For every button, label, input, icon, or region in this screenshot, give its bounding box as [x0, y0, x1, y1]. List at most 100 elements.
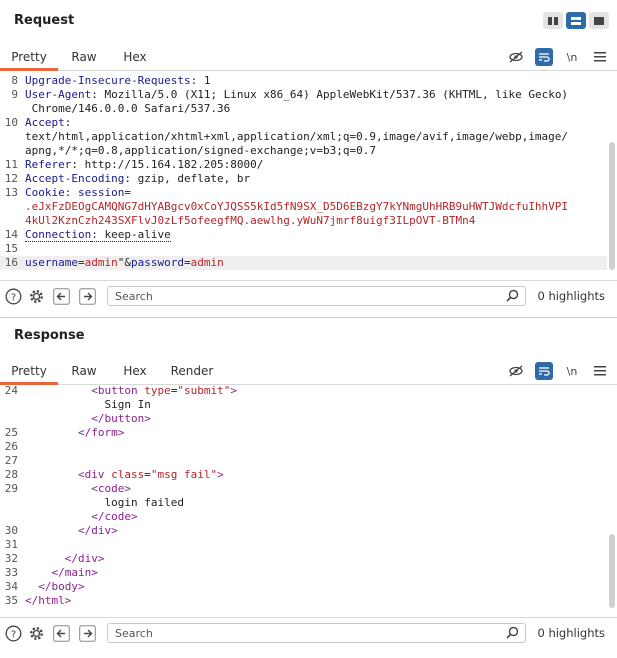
code-line[interactable]: 35 </html>: [0, 594, 607, 608]
line-code: Sign In: [25, 398, 150, 412]
code-token: </: [25, 412, 105, 425]
code-line[interactable]: 24 <button type="submit">: [0, 384, 607, 398]
code-line[interactable]: Sign In: [0, 398, 607, 412]
line-code: <code>: [25, 482, 131, 496]
code-token: Accept-Encoding: [25, 172, 125, 185]
settings-gear-icon[interactable]: [27, 287, 45, 305]
code-token: : gzip, deflate, br: [124, 172, 251, 185]
previous-arrow-icon[interactable]: [52, 287, 70, 305]
code-line[interactable]: 13 Cookie: session=: [0, 186, 607, 200]
code-token: "submit": [177, 384, 231, 397]
code-line[interactable]: 15: [0, 242, 607, 256]
request-editor[interactable]: 8 Upgrade-Insecure-Requests: 1 9 User-Agent…: [0, 74, 607, 274]
request-highlights-count: 0 highlights: [537, 289, 605, 303]
code-line[interactable]: 33 </main>: [0, 566, 607, 580]
code-token: 4kUl2KznCzh243SXFlvJ0zLf5ofeegfMQ.aewlhg…: [25, 214, 476, 227]
newline-toggle-icon[interactable]: \n: [563, 48, 581, 66]
code-line[interactable]: 14 Connection: keep-alive: [0, 228, 607, 242]
help-icon[interactable]: ?: [4, 624, 22, 642]
help-icon[interactable]: ?: [4, 287, 22, 305]
code-line[interactable]: 29 <code>: [0, 482, 607, 496]
request-search-input[interactable]: [108, 287, 498, 305]
code-line[interactable]: 26: [0, 440, 607, 454]
code-line[interactable]: 8 Upgrade-Insecure-Requests: 1: [0, 74, 607, 88]
next-arrow-icon[interactable]: [78, 624, 96, 642]
wrap-lines-icon[interactable]: [535, 48, 553, 66]
code-line[interactable]: login failed: [0, 496, 607, 510]
code-token: text/html,application/xhtml+xml,applicat…: [25, 130, 569, 143]
request-scrollbar[interactable]: [609, 142, 615, 270]
code-token: >: [124, 482, 131, 495]
code-token: >: [117, 426, 125, 439]
code-token: Connection: [25, 228, 92, 242]
line-code: login failed: [25, 496, 183, 510]
line-code: Accept-Encoding: gzip, deflate, br: [25, 172, 250, 186]
search-icon: [506, 626, 519, 642]
response-editor[interactable]: 24 <button type="submit"> Sign In </butt…: [0, 384, 607, 610]
response-tab-render[interactable]: Render: [166, 357, 218, 385]
line-number: 35: [4, 594, 18, 607]
svg-text:?: ?: [10, 629, 15, 640]
code-line[interactable]: .eJxFzDEOgCAMQNG7dHYABgcv0xCoYJQSS5kId5f…: [0, 200, 607, 214]
request-tab-pretty[interactable]: Pretty: [0, 43, 58, 71]
response-tab-hex[interactable]: Hex: [114, 357, 156, 385]
code-line[interactable]: </code>: [0, 510, 607, 524]
response-search-box: [107, 623, 526, 643]
code-token: >: [130, 510, 138, 523]
code-line[interactable]: 16 username=admin"&password=admin: [0, 256, 607, 270]
code-line[interactable]: text/html,application/xhtml+xml,applicat…: [0, 130, 607, 144]
menu-icon[interactable]: [591, 362, 609, 380]
code-line[interactable]: 4kUl2KznCzh243SXFlvJ0zLf5ofeegfMQ.aewlhg…: [0, 214, 607, 228]
code-line[interactable]: 34 </body>: [0, 580, 607, 594]
line-code: username=admin"&password=admin: [25, 256, 224, 270]
code-line[interactable]: </button>: [0, 412, 607, 426]
line-code: </html>: [25, 594, 71, 608]
next-arrow-icon[interactable]: [78, 287, 96, 305]
panel-divider[interactable]: [0, 317, 617, 318]
code-token: body: [51, 580, 79, 593]
menu-icon[interactable]: [591, 48, 609, 66]
code-token: </: [25, 524, 92, 537]
code-token: html: [38, 594, 65, 607]
code-line[interactable]: 32 </div>: [0, 552, 607, 566]
previous-arrow-icon[interactable]: [52, 624, 70, 642]
hide-eye-icon[interactable]: [507, 362, 525, 380]
settings-gear-icon[interactable]: [27, 624, 45, 642]
response-search-input[interactable]: [108, 624, 498, 642]
code-token: : Mozilla/5.0 (X11; Linux x86_64) AppleW…: [91, 88, 569, 101]
code-line[interactable]: 11 Referer: http://15.164.182.205:8000/: [0, 158, 607, 172]
code-token: Chrome/146.0.0.0 Safari/537.36: [25, 102, 231, 115]
layout-buttons: [543, 12, 609, 29]
code-line[interactable]: 10 Accept:: [0, 116, 607, 130]
hide-eye-icon[interactable]: [507, 48, 525, 66]
code-token: &: [124, 256, 131, 269]
layout-tabbed-button[interactable]: [589, 12, 609, 29]
layout-split-horizontal-button[interactable]: [566, 12, 586, 29]
wrap-lines-icon[interactable]: [535, 362, 553, 380]
request-tab-raw[interactable]: Raw: [62, 43, 106, 71]
code-token: class: [111, 468, 145, 481]
line-code: <div class="msg fail">: [25, 468, 224, 482]
response-scrollbar[interactable]: [609, 534, 615, 608]
code-line[interactable]: 31: [0, 538, 607, 552]
code-line[interactable]: 9 User-Agent: Mozilla/5.0 (X11; Linux x86…: [0, 88, 607, 102]
code-token: >: [230, 384, 237, 397]
code-line[interactable]: Chrome/146.0.0.0 Safari/537.36: [0, 102, 607, 116]
response-tab-raw[interactable]: Raw: [62, 357, 106, 385]
code-line[interactable]: 27: [0, 454, 607, 468]
code-line[interactable]: 12 Accept-Encoding: gzip, deflate, br: [0, 172, 607, 186]
line-number: 24: [4, 384, 18, 397]
code-line[interactable]: 30 </div>: [0, 524, 607, 538]
response-tab-pretty[interactable]: Pretty: [0, 357, 58, 385]
code-line[interactable]: apng,*/*;q=0.8,application/signed-exchan…: [0, 144, 607, 158]
code-line[interactable]: 25 </form>: [0, 426, 607, 440]
newline-toggle-icon[interactable]: \n: [563, 362, 581, 380]
layout-split-vertical-button[interactable]: [543, 12, 563, 29]
code-token: :: [64, 116, 72, 129]
request-tab-hex[interactable]: Hex: [114, 43, 156, 71]
search-icon: [506, 289, 519, 305]
code-line[interactable]: 28 <div class="msg fail">: [0, 468, 607, 482]
code-token: div: [84, 468, 112, 481]
code-token: <: [25, 482, 98, 495]
line-number: 10: [4, 116, 18, 129]
